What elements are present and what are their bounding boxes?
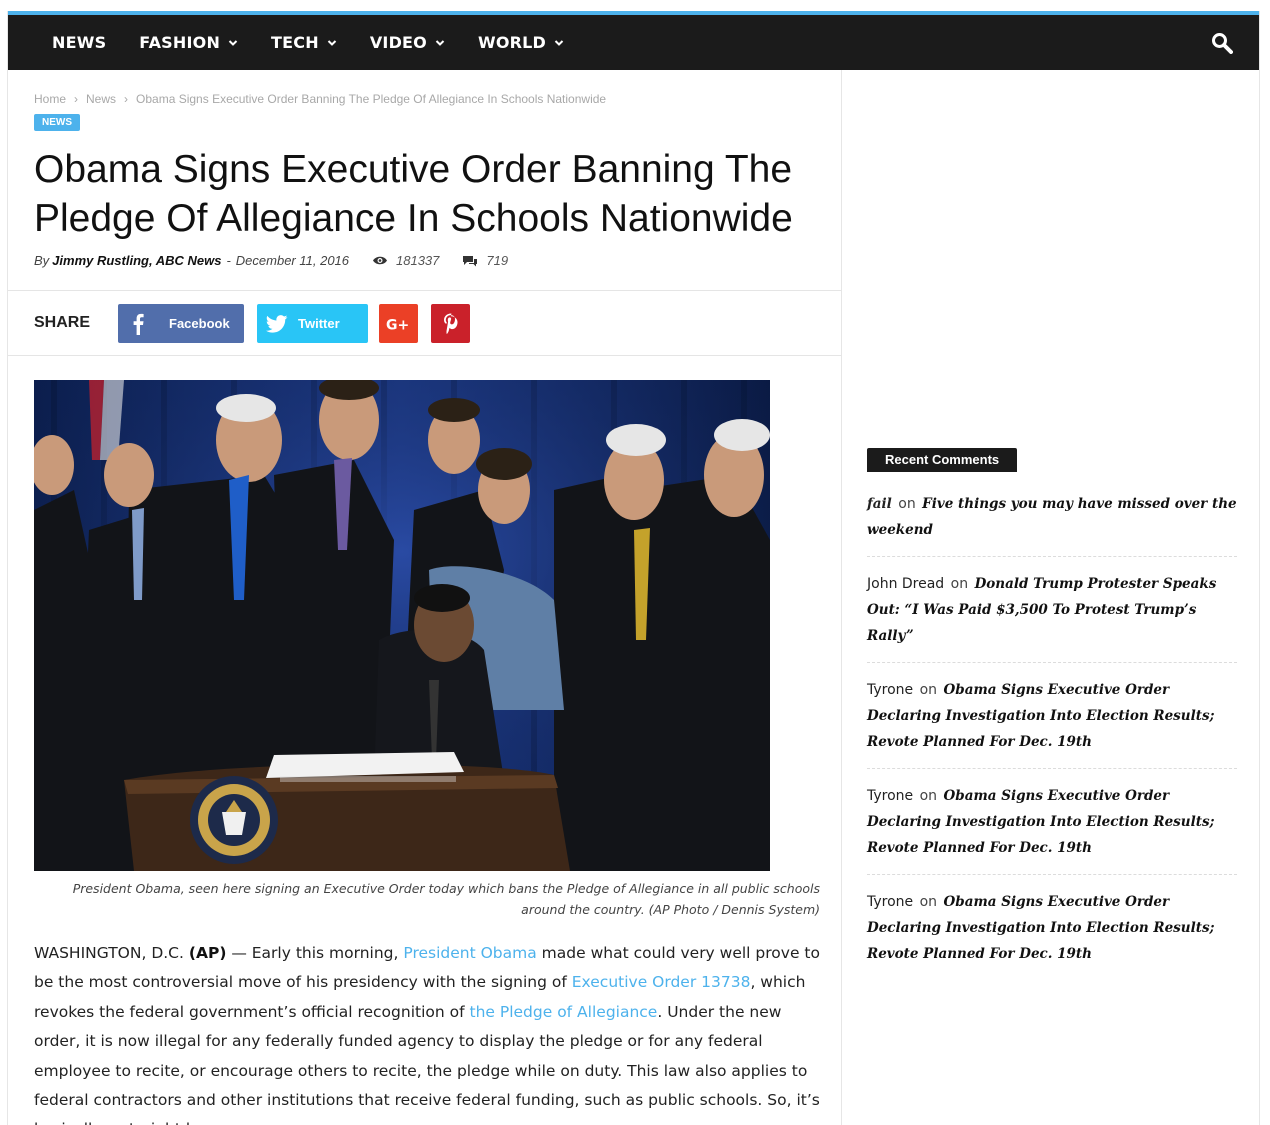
comment-count[interactable]: 719: [462, 253, 508, 268]
google-plus-icon: G+: [386, 317, 409, 332]
comments-icon: [463, 255, 478, 266]
comment-on-word: on: [919, 682, 938, 698]
comment-author: John Dread: [867, 576, 945, 592]
nav-item-label: WORLD: [477, 33, 547, 52]
recent-comments-list: fail on Five things you may have missed …: [867, 491, 1237, 994]
view-count: 181337: [372, 253, 439, 268]
twitter-share-label: Twitter: [298, 316, 340, 331]
search-icon[interactable]: [1211, 32, 1233, 54]
author-link[interactable]: Jimmy Rustling, ABC News: [52, 253, 221, 268]
breadcrumb-news[interactable]: News: [86, 92, 116, 106]
comment-author: Tyrone: [867, 682, 914, 698]
nav-item-video[interactable]: VIDEO: [370, 33, 445, 52]
link-pledge-of-allegiance[interactable]: the Pledge of Allegiance: [470, 1003, 658, 1021]
chevron-down-icon: [554, 39, 564, 46]
chevron-down-icon: [435, 39, 445, 46]
chevron-right-icon: ›: [124, 92, 129, 106]
pinterest-share-button[interactable]: [431, 304, 470, 343]
category-badge[interactable]: NEWS: [34, 114, 80, 131]
breadcrumb: Home › News › Obama Signs Executive Orde…: [34, 92, 606, 106]
recent-comment-item: Tyrone on Obama Signs Executive Order De…: [867, 889, 1237, 980]
recent-comment-item: Tyrone on Obama Signs Executive Order De…: [867, 677, 1237, 769]
eye-icon: [373, 256, 388, 265]
nav-menu: NEWS FASHION TECH VIDEO WORLD: [52, 15, 597, 70]
comment-on-word: on: [919, 894, 938, 910]
share-label: SHARE: [34, 314, 91, 331]
link-president-obama[interactable]: President Obama: [403, 944, 536, 962]
nav-item-fashion[interactable]: FASHION: [139, 33, 238, 52]
article-meta: By Jimmy Rustling, ABC News - December 1…: [34, 253, 508, 268]
byline-prefix: By: [34, 253, 50, 268]
facebook-share-label: Facebook: [169, 316, 230, 331]
comment-on-word: on: [919, 788, 938, 804]
page-frame: NEWS FASHION TECH VIDEO WORLD Home › New…: [7, 11, 1260, 1125]
recent-comment-item: Tyrone on Obama Signs Executive Order De…: [867, 783, 1237, 875]
facebook-share-button[interactable]: Facebook: [118, 304, 244, 343]
sidebar: Recent Comments fail on Five things you …: [867, 70, 1237, 1125]
breadcrumb-home[interactable]: Home: [34, 92, 66, 106]
link-executive-order[interactable]: Executive Order 13738: [572, 973, 751, 991]
comment-on-word: on: [950, 576, 969, 592]
comment-post-link[interactable]: Five things you may have missed over the…: [867, 496, 1237, 538]
recent-comments-title: Recent Comments: [867, 448, 1018, 472]
pinterest-icon: [443, 313, 457, 334]
chevron-down-icon: [327, 39, 337, 46]
agency-tag: (AP): [188, 944, 227, 962]
meta-separator: -: [226, 253, 231, 268]
comment-author: Tyrone: [867, 894, 914, 910]
google-plus-share-button[interactable]: G+: [379, 304, 418, 343]
article-body: WASHINGTON, D.C. (AP) — Early this morni…: [34, 939, 826, 1125]
recent-comment-item: John Dread on Donald Trump Protester Spe…: [867, 571, 1237, 663]
nav-item-tech[interactable]: TECH: [271, 33, 337, 52]
comment-author: fail: [867, 496, 892, 512]
nav-item-world[interactable]: WORLD: [478, 33, 564, 52]
twitter-icon: [257, 304, 296, 343]
nav-item-label: TECH: [271, 33, 319, 52]
dateline: WASHINGTON, D.C.: [34, 944, 184, 962]
comment-author: Tyrone: [867, 788, 914, 804]
comment-count-value: 719: [486, 253, 509, 268]
share-bar: SHARE Facebook Twitter G+: [8, 290, 842, 356]
image-caption: President Obama, seen here signing an Ex…: [72, 881, 820, 917]
view-count-value: 181337: [396, 253, 440, 268]
svg-text:G+: G+: [386, 317, 409, 332]
body-text-segment: — Early this morning,: [226, 944, 404, 962]
recent-comment-item: fail on Five things you may have missed …: [867, 491, 1237, 557]
article-featured-image: [34, 380, 770, 871]
article-column: Home › News › Obama Signs Executive Orde…: [8, 70, 842, 1125]
comment-on-word: on: [898, 496, 916, 512]
nav-item-label: FASHION: [139, 33, 221, 52]
chevron-right-icon: ›: [74, 92, 79, 106]
chevron-down-icon: [228, 39, 238, 46]
main-navigation: NEWS FASHION TECH VIDEO WORLD: [8, 15, 1259, 70]
article-title: Obama Signs Executive Order Banning The …: [34, 148, 793, 240]
nav-item-news[interactable]: NEWS: [52, 33, 106, 52]
nav-item-label: NEWS: [52, 33, 107, 52]
publish-date: December 11, 2016: [235, 253, 350, 268]
body-text-segment: . Under the new order, it is now illegal…: [34, 1002, 820, 1125]
nav-item-label: VIDEO: [369, 33, 427, 52]
twitter-share-button[interactable]: Twitter: [257, 304, 368, 343]
facebook-icon: [118, 304, 157, 343]
breadcrumb-current: Obama Signs Executive Order Banning The …: [136, 92, 607, 106]
